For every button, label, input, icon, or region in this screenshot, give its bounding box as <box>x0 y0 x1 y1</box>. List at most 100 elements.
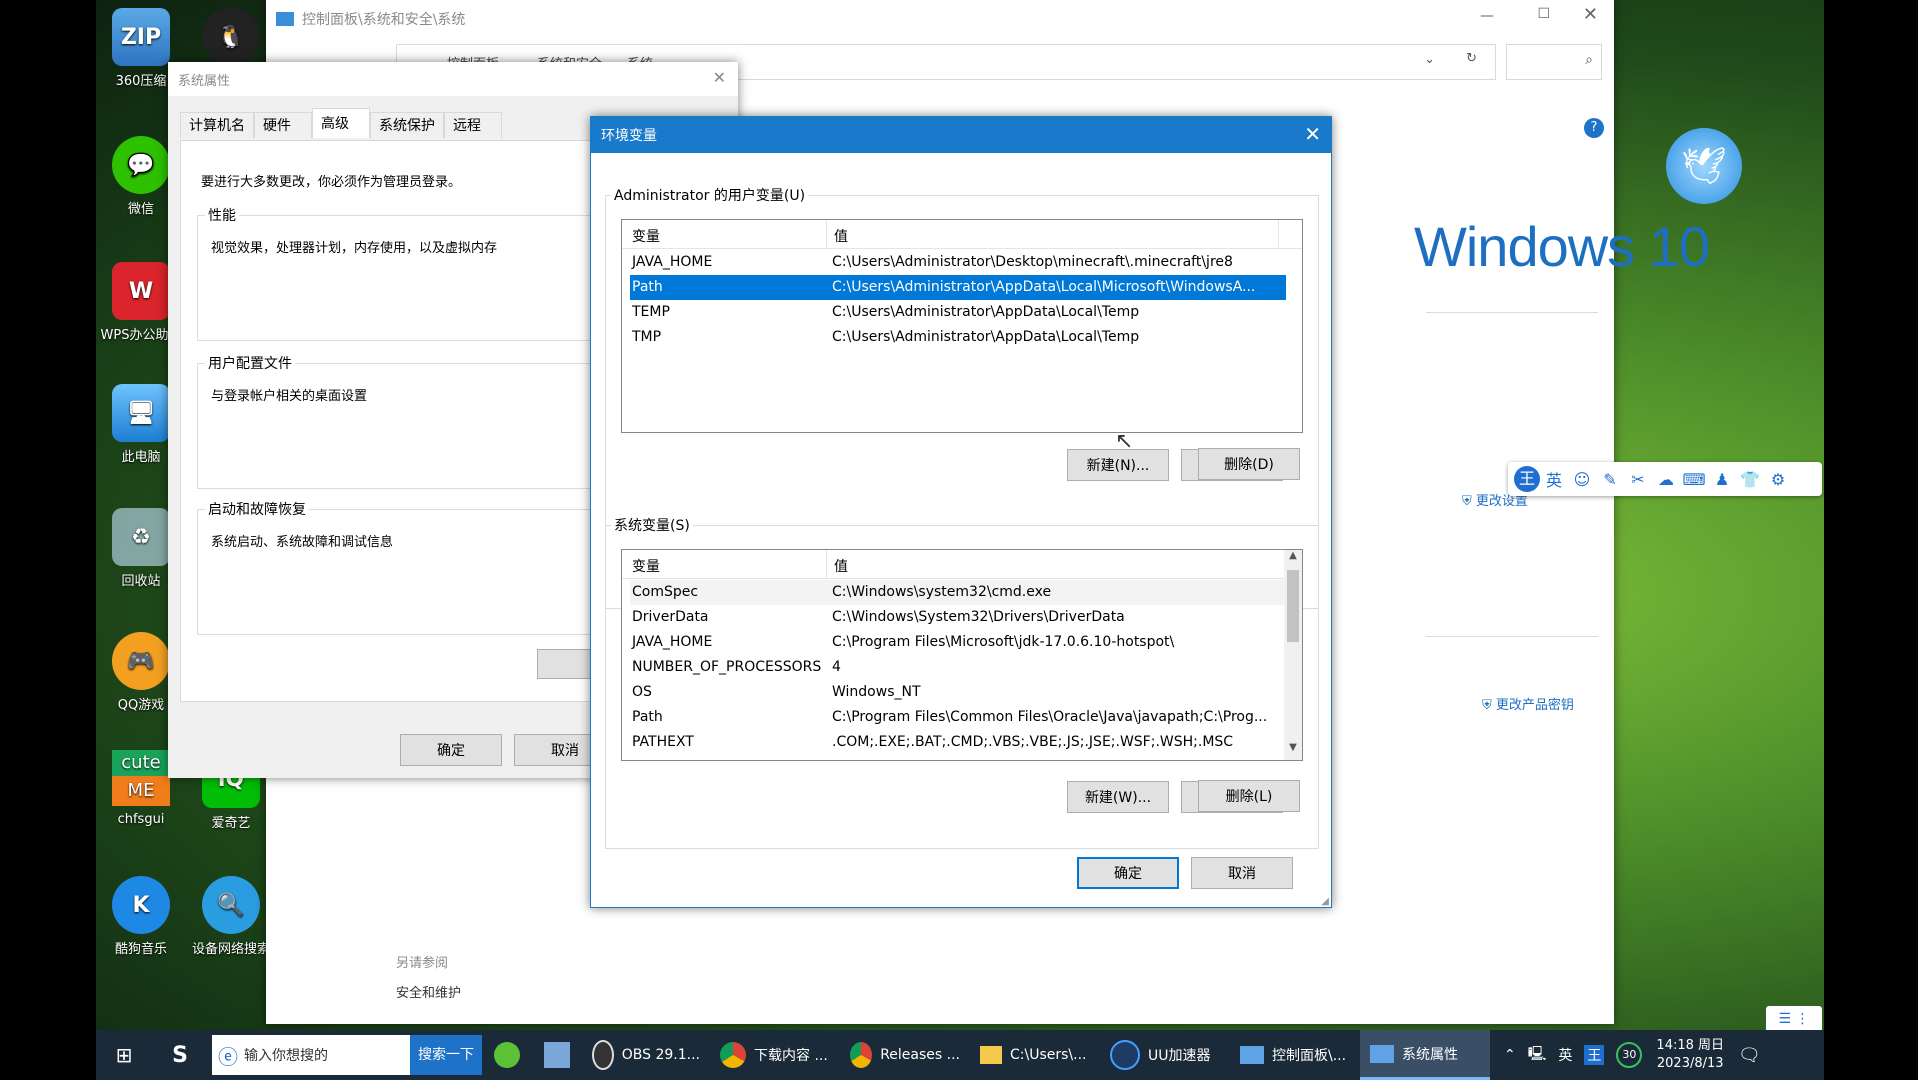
clock-date: 2023/8/13 <box>1656 1056 1724 1071</box>
tray-ime-icon[interactable]: 王 <box>1584 1045 1605 1065</box>
security-maintenance-link[interactable]: 安全和维护 <box>396 982 461 1001</box>
env-dialog-title: 环境变量 <box>601 128 657 144</box>
chevron-up-icon[interactable]: ⌃ <box>1504 1047 1516 1063</box>
column-header-variable[interactable]: 变量 <box>632 226 660 246</box>
table-row-selected[interactable]: Path C:\Users\Administrator\AppData\Loca… <box>630 275 1286 300</box>
taskbar-app-chrome-downloads[interactable]: 下载内容 ... <box>710 1030 840 1080</box>
variable-name: NUMBER_OF_PROCESSORS <box>632 659 822 675</box>
desktop-icon-qq[interactable]: 🐧 <box>186 8 276 70</box>
clock[interactable]: 14:18 周日 2023/8/13 <box>1656 1037 1724 1073</box>
search-box[interactable]: ⌕ <box>1506 44 1602 80</box>
ime-mini-indicator[interactable]: ☰ ⋮ <box>1766 1006 1822 1032</box>
user-delete-button[interactable]: 删除(D) <box>1198 448 1300 480</box>
table-row[interactable]: PATHEXT .COM;.EXE;.BAT;.CMD;.VBS;.VBE;.J… <box>630 730 1286 755</box>
tab-remote[interactable]: 远程 <box>444 112 502 138</box>
ime-english-icon[interactable]: 英 <box>1540 467 1568 491</box>
user-vars-list[interactable]: 变量 值 JAVA_HOME C:\Users\Administrator\De… <box>621 219 1303 433</box>
taskbar-search[interactable]: ⓔ 输入你想搜的 搜索一下 <box>212 1035 482 1075</box>
tab-advanced[interactable]: 高级 <box>312 108 370 138</box>
taskbar-app-explorer[interactable]: C:\Users\... <box>970 1030 1100 1080</box>
vertical-scrollbar[interactable]: ▲ ▼ <box>1284 550 1302 760</box>
desktop-icon-kugou[interactable]: K 酷狗音乐 <box>96 876 186 957</box>
tab-computer-name[interactable]: 计算机名 <box>180 112 254 138</box>
desktop-icon-label: 设备网络搜索 <box>191 942 270 957</box>
tab-system-protection[interactable]: 系统保护 <box>370 112 444 138</box>
table-row[interactable]: ComSpec C:\Windows\system32\cmd.exe <box>630 580 1286 605</box>
column-header-variable[interactable]: 变量 <box>632 556 660 576</box>
table-row[interactable]: JAVA_HOME C:\Program Files\Microsoft\jdk… <box>630 630 1286 655</box>
help-icon[interactable]: ? <box>1584 118 1604 138</box>
table-row[interactable]: TMP C:\Users\Administrator\AppData\Local… <box>630 325 1286 350</box>
ime-wang-icon[interactable]: 王 <box>1514 466 1540 492</box>
taskbar-app-chrome-releases[interactable]: Releases ... <box>840 1030 970 1080</box>
taskbar-app-green[interactable] <box>482 1030 532 1080</box>
table-row[interactable]: OS Windows_NT <box>630 680 1286 705</box>
cancel-button[interactable]: 取消 <box>1191 857 1293 889</box>
system-new-button[interactable]: 新建(W)... <box>1067 781 1169 813</box>
minimize-icon[interactable]: — <box>1480 8 1494 24</box>
notification-icon[interactable]: 🗨 <box>1738 1045 1761 1066</box>
taskbar-app-cube[interactable] <box>532 1030 582 1080</box>
user-new-button[interactable]: 新建(N)... <box>1067 449 1169 481</box>
ime-toolbar[interactable]: 王 英 ☺ ✎ ✂ ☁ ⌨ ♟ 👕 ⚙ <box>1508 462 1822 496</box>
ime-emoji-icon[interactable]: ☺ <box>1568 470 1596 489</box>
refresh-icon[interactable]: ↻ <box>1466 51 1477 66</box>
taskbar-app-control-panel[interactable]: 控制面板\... <box>1230 1030 1360 1080</box>
ime-cloud-icon[interactable]: ☁ <box>1652 470 1680 489</box>
desktop: ZIP 360压缩 🐧 💬 微信 W WPS办公助手 🖥 此电脑 ♻ 回收站 🎮… <box>96 0 1824 1080</box>
ok-button[interactable]: 确定 <box>400 734 502 766</box>
search-button[interactable]: 搜索一下 <box>410 1035 482 1075</box>
close-icon[interactable]: ✕ <box>1583 4 1598 25</box>
close-icon[interactable]: ✕ <box>713 68 726 87</box>
change-product-key-link[interactable]: ⛨ 更改产品密钥 <box>1482 694 1574 713</box>
system-delete-button[interactable]: 删除(L) <box>1198 780 1300 812</box>
table-row[interactable]: JAVA_HOME C:\Users\Administrator\Desktop… <box>630 250 1286 275</box>
table-row[interactable]: DriverData C:\Windows\System32\Drivers\D… <box>630 605 1286 630</box>
ime-skin-icon[interactable]: 👕 <box>1736 470 1764 489</box>
scrollbar-thumb[interactable] <box>1287 570 1299 642</box>
taskbar-app-system-properties[interactable]: 系统属性 <box>1360 1030 1490 1080</box>
tray-badge[interactable]: 30 <box>1616 1042 1643 1068</box>
variable-name: OS <box>632 684 652 700</box>
taskbar: ⊞ S ⓔ 输入你想搜的 搜索一下 OBS 29.1... 下载内容 ... R… <box>96 1030 1824 1080</box>
table-row[interactable]: Path C:\Program Files\Common Files\Oracl… <box>630 705 1286 730</box>
column-header-value[interactable]: 值 <box>834 226 848 246</box>
table-row[interactable]: NUMBER_OF_PROCESSORS 4 <box>630 655 1286 680</box>
bird-gadget-icon[interactable]: 🕊 <box>1666 128 1742 204</box>
ime-handwrite-icon[interactable]: ✎ <box>1596 470 1624 489</box>
ime-keyboard-icon[interactable]: ⌨ <box>1680 470 1708 489</box>
column-divider[interactable] <box>826 550 827 578</box>
variable-name: Path <box>632 709 663 725</box>
network-icon[interactable]: 🖳 <box>1528 1043 1547 1067</box>
wps-icon: W <box>112 262 170 320</box>
maximize-icon[interactable]: ☐ <box>1537 6 1550 22</box>
close-icon[interactable]: ✕ <box>1304 122 1321 146</box>
taskbar-app-obs[interactable]: OBS 29.1... <box>582 1030 710 1080</box>
ime-user-icon[interactable]: ♟ <box>1708 470 1736 489</box>
search-input[interactable]: 输入你想搜的 <box>244 1045 410 1065</box>
taskbar-app-s[interactable]: S <box>152 1030 208 1080</box>
resize-grip-icon[interactable]: ◢ <box>1321 896 1329 907</box>
ime-scissors-icon[interactable]: ✂ <box>1624 470 1652 489</box>
column-divider[interactable] <box>1278 220 1279 248</box>
control-panel-icon <box>276 12 294 26</box>
ime-settings-icon[interactable]: ⚙ <box>1764 470 1792 489</box>
variable-value: C:\Program Files\Common Files\Oracle\Jav… <box>832 709 1268 725</box>
scroll-up-icon[interactable]: ▲ <box>1284 550 1302 568</box>
tab-hardware[interactable]: 硬件 <box>254 112 312 138</box>
table-row[interactable]: TEMP C:\Users\Administrator\AppData\Loca… <box>630 300 1286 325</box>
variable-name: JAVA_HOME <box>632 634 713 650</box>
tray-language[interactable]: 英 <box>1558 1045 1572 1065</box>
system-vars-list[interactable]: 变量 值 ComSpec C:\Windows\system32\cmd.exe… <box>621 549 1303 761</box>
taskbar-app-uu[interactable]: UU加速器 <box>1100 1030 1230 1080</box>
clock-time: 14:18 周日 <box>1656 1038 1725 1053</box>
start-button[interactable]: ⊞ <box>96 1030 152 1080</box>
recycle-bin-icon: ♻ <box>112 508 170 566</box>
chevron-down-icon[interactable]: ⌄ <box>1424 52 1435 67</box>
column-header-value[interactable]: 值 <box>834 556 848 576</box>
desktop-icon-device-search[interactable]: 🔍 设备网络搜索 <box>186 876 276 957</box>
column-divider[interactable] <box>826 220 827 248</box>
scroll-down-icon[interactable]: ▼ <box>1284 742 1302 760</box>
ok-button[interactable]: 确定 <box>1077 857 1179 889</box>
change-product-key-label: 更改产品密钥 <box>1495 698 1574 713</box>
